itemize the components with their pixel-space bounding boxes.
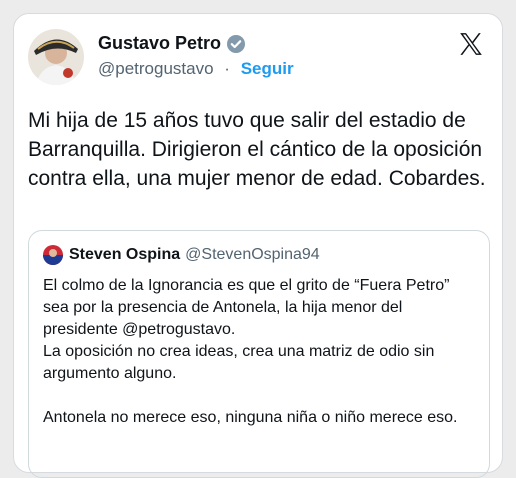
quoted-author-avatar[interactable] bbox=[43, 245, 63, 265]
quoted-author-handle[interactable]: @StevenOspina94 bbox=[185, 246, 320, 264]
quoted-tweet-text: El colmo de la Ignorancia es que el grit… bbox=[43, 277, 458, 426]
separator-dot: · bbox=[224, 59, 230, 78]
x-logo-icon[interactable] bbox=[458, 31, 484, 57]
follow-button[interactable]: Seguir bbox=[241, 59, 294, 78]
verified-badge-icon bbox=[227, 34, 246, 53]
tweet-card[interactable]: Gustavo Petro @petrogustavo · Seguir Mi … bbox=[13, 13, 503, 478]
author-handle[interactable]: @petrogustavo bbox=[98, 59, 214, 78]
author-name-row: Gustavo Petro bbox=[98, 33, 246, 54]
tweet-text: Mi hija de 15 años tuvo que salir del es… bbox=[28, 109, 494, 190]
author-handle-row: @petrogustavo · Seguir bbox=[98, 59, 294, 79]
quoted-author-row: Steven Ospina @StevenOspina94 bbox=[43, 245, 320, 265]
quoted-author-name[interactable]: Steven Ospina bbox=[69, 246, 180, 264]
author-avatar[interactable] bbox=[28, 29, 84, 85]
quoted-tweet[interactable]: Steven Ospina @StevenOspina94 El colmo d… bbox=[28, 230, 490, 478]
author-name[interactable]: Gustavo Petro bbox=[98, 33, 221, 54]
